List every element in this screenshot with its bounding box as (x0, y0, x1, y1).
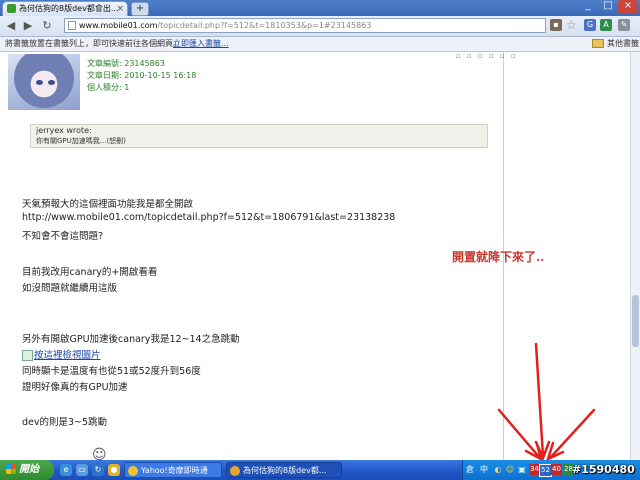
back-icon[interactable]: ◀ (4, 19, 18, 33)
post-line-url: http://www.mobile01.com/topicdetail.php?… (22, 212, 396, 223)
post-line: 證明好像真的有GPU加速 (22, 382, 128, 393)
start-label: 開始 (19, 464, 39, 475)
view-image-label: 按這裡檢視圖片 (34, 350, 101, 361)
post-action-icons[interactable]: ▫ ▫ ▫ ▫ ▫ ▫ (456, 52, 518, 60)
post-line: 如沒問題就繼續用這版 (22, 283, 118, 294)
url-domain: www.mobile01.com (79, 21, 158, 30)
scrollbar-thumb[interactable] (632, 295, 639, 347)
post-line: 另外有開啟GPU加速後canary我是12~14之急跳動 (22, 334, 240, 345)
start-button[interactable]: 開始 (0, 460, 54, 480)
new-tab-button[interactable]: + (131, 2, 149, 16)
bookmark-bar: 將書籤放置在書籤列上，即可快速前往各個網頁。 立即匯入書籤... 其他書籤 (0, 37, 640, 52)
site-favicon-icon (7, 4, 16, 13)
minimize-button[interactable]: _ (578, 0, 598, 13)
wrench-menu-icon[interactable]: ✎ (618, 19, 630, 31)
desktop-quicklaunch-icon[interactable]: ▭ (76, 464, 88, 476)
tab-close-icon[interactable]: × (116, 2, 124, 16)
import-bookmarks-link[interactable]: 立即匯入書籤... (173, 37, 229, 51)
tray-smiley-icon[interactable]: ☺ (505, 464, 515, 475)
page-icon (68, 21, 76, 30)
forward-icon[interactable]: ▶ (21, 19, 35, 33)
view-image-link[interactable]: 按這裡檢視圖片 (22, 347, 101, 361)
url-path: /topicdetail.php?f=512&t=1810353&p=1#231… (157, 21, 372, 30)
quote-author: jerryex wrote: (36, 126, 92, 135)
extension-icon[interactable]: ▪ (550, 19, 562, 31)
google-extension-icon[interactable]: G (584, 19, 596, 31)
tab-title: 為何估狗的8版dev都會出... (19, 4, 119, 13)
bookmark-star-icon[interactable]: ☆ (566, 18, 577, 32)
tab-strip: 為何估狗的8版dev都會出... × + _ □ × (0, 0, 640, 16)
browser-tab[interactable]: 為何估狗的8版dev都會出... × (2, 1, 128, 16)
post-line: 同時顯卡是溫度有也從51或52度升到56度 (22, 366, 201, 377)
quote-text: 你有關GPU加速嗎我...(恕刪) (36, 137, 126, 145)
post-line: dev的則是3~5跳動 (22, 417, 108, 428)
chrome-icon (230, 466, 240, 476)
tray-app-icon[interactable]: ◐ (493, 464, 503, 475)
quote-box: jerryex wrote: 你有關GPU加速嗎我...(恕刪) (30, 124, 488, 148)
watermark: #1590480 (572, 463, 635, 476)
browser-toolbar: ◀ ▶ ↻ www.mobile01.com/topicdetail.php?f… (0, 16, 640, 37)
ime-indicator[interactable]: 倉 (465, 464, 475, 475)
post-line: 不知會不會這問題? (22, 231, 104, 242)
taskbar: 開始 e ▭ ↻ ● Yahoo!奇摩即時通 為何估狗的8版dev都... 倉 … (0, 460, 640, 480)
tray-network-icon[interactable]: ▣ (517, 464, 527, 475)
language-indicator[interactable]: 中 (479, 464, 489, 475)
close-window-button[interactable]: × (618, 0, 638, 13)
page-content: 文章編號: 23145863 文章日期: 2010-10-15 16:18 個人… (0, 52, 630, 460)
bookmark-bar-message: 將書籤放置在書籤列上，即可快速前往各個網頁。 (5, 39, 181, 48)
image-placeholder-icon (22, 350, 33, 361)
yahoo-messenger-icon (128, 466, 138, 476)
post-article-id: 文章編號: 23145863 (87, 59, 165, 68)
address-bar[interactable]: www.mobile01.com/topicdetail.php?f=512&t… (64, 18, 546, 33)
chrome-quicklaunch-icon[interactable]: ● (108, 464, 120, 476)
post-line: 目前我改用canary的+開啟看看 (22, 267, 158, 278)
smiley-icon: ☺ (92, 447, 107, 460)
vertical-scrollbar[interactable] (630, 52, 640, 460)
post-user-points: 個人積分: 1 (87, 83, 130, 92)
annotation-text: 開置就降下來了.. (452, 250, 545, 264)
task2-label: 為何估狗的8版dev都... (243, 466, 327, 475)
other-bookmarks-label: 其他書籤 (607, 39, 639, 48)
translate-extension-icon[interactable]: A (600, 19, 612, 31)
taskbar-item-chrome[interactable]: 為何估狗的8版dev都... (226, 462, 342, 478)
gpu-temp-badge: 52 (539, 464, 552, 477)
post-article-date: 文章日期: 2010-10-15 16:18 (87, 71, 197, 80)
taskbar-item-yahoo[interactable]: Yahoo!奇摩即時通 (124, 462, 222, 478)
media-quicklaunch-icon[interactable]: ↻ (92, 464, 104, 476)
reload-icon[interactable]: ↻ (40, 19, 54, 33)
folder-icon (592, 39, 604, 48)
post-line: 天氣預報大的這個裡面功能我是都全開啟 (22, 199, 194, 210)
maximize-button[interactable]: □ (598, 0, 618, 13)
task1-label: Yahoo!奇摩即時通 (141, 466, 208, 475)
windows-logo-icon (6, 464, 16, 474)
user-avatar[interactable] (8, 54, 80, 110)
temp-badge: 40 (551, 464, 562, 475)
ie-quicklaunch-icon[interactable]: e (60, 464, 72, 476)
other-bookmarks-button[interactable]: 其他書籤 (592, 37, 639, 51)
